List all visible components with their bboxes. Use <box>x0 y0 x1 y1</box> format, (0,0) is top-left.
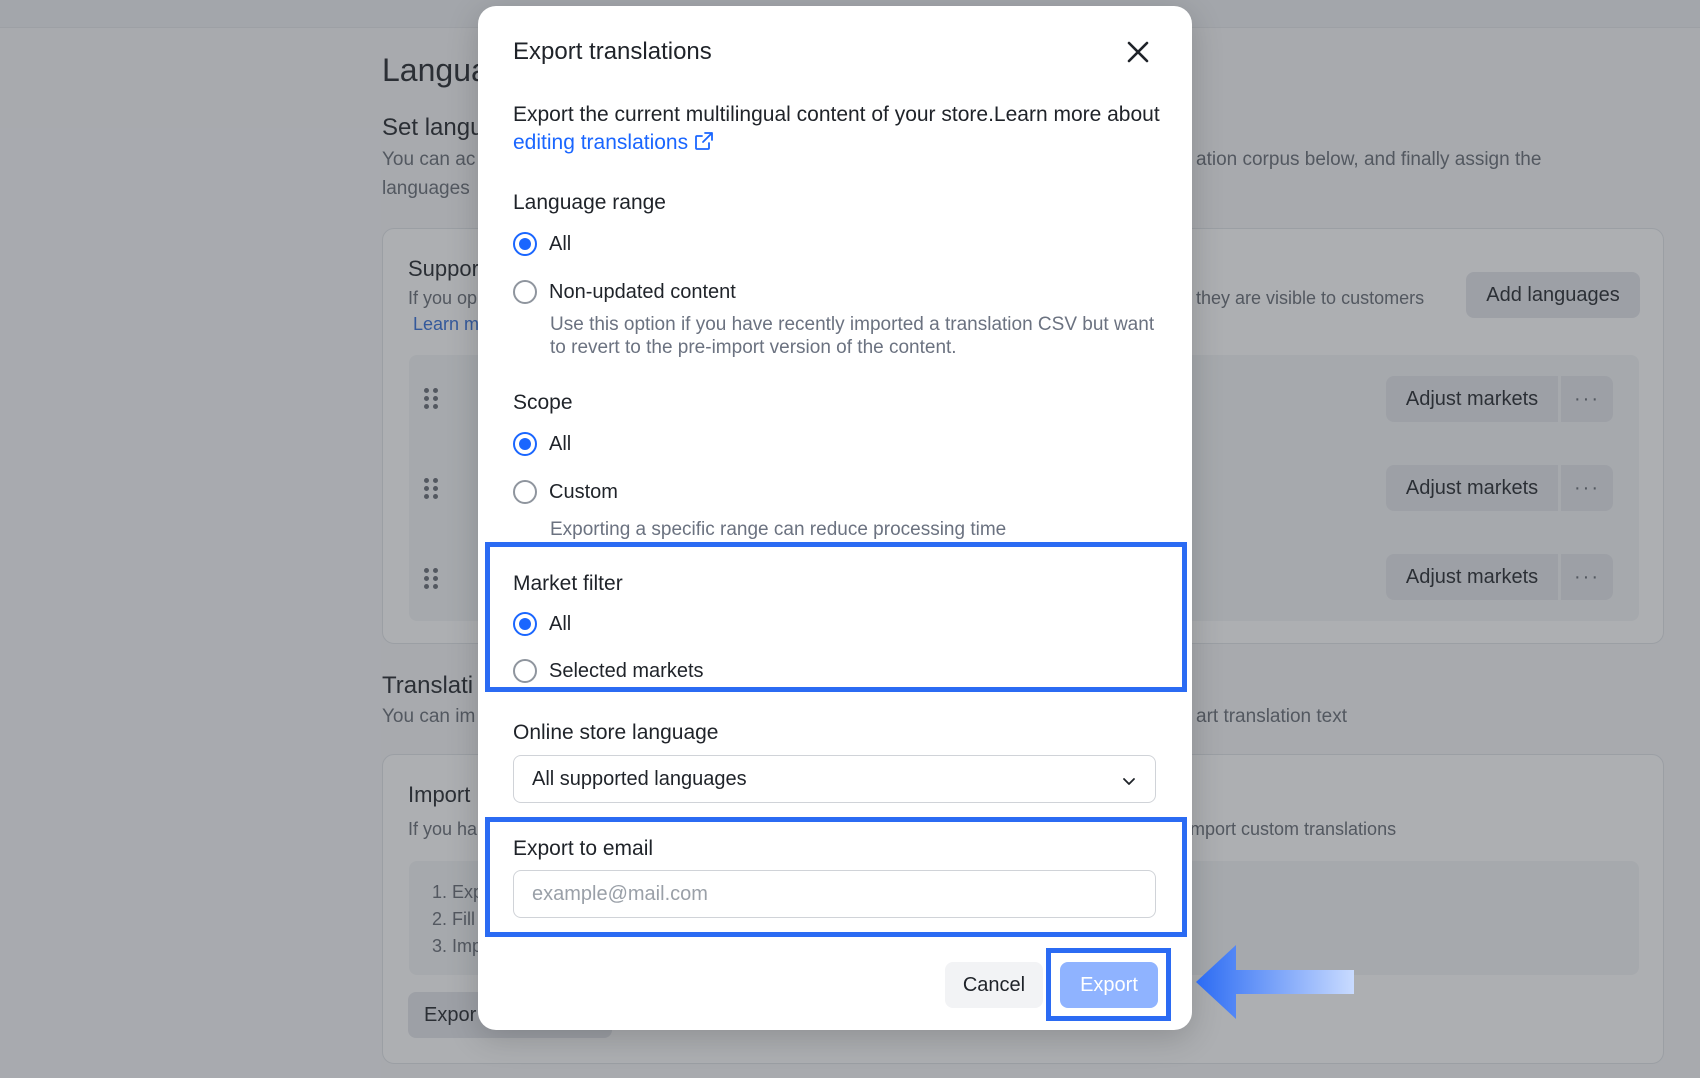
online-store-language-select[interactable]: All supported languages <box>513 755 1156 803</box>
export-to-email-label: Export to email <box>513 837 654 860</box>
email-field[interactable] <box>513 870 1156 918</box>
language-range-label: Language range <box>513 191 666 214</box>
radio-unselected[interactable] <box>513 480 537 504</box>
online-store-language-label: Online store language <box>513 721 719 744</box>
scope-hint: Exporting a specific range can reduce pr… <box>550 519 1007 540</box>
language-range-option-all[interactable]: All <box>513 230 571 258</box>
chevron-down-icon <box>1121 772 1137 788</box>
export-button[interactable]: Export <box>1060 962 1158 1008</box>
market-filter-label: Market filter <box>513 572 623 595</box>
cancel-button[interactable]: Cancel <box>945 962 1043 1008</box>
radio-selected[interactable] <box>513 432 537 456</box>
scope-option-custom[interactable]: Custom <box>513 478 618 506</box>
editing-translations-link[interactable]: editing translations <box>513 131 714 154</box>
radio-selected[interactable] <box>513 612 537 636</box>
select-value: All supported languages <box>532 767 747 790</box>
scope-label: Scope <box>513 391 573 414</box>
language-range-option-non-updated[interactable]: Non-updated content <box>513 278 736 306</box>
language-range-hint: Use this option if you have recently imp… <box>550 314 1155 358</box>
external-link-icon <box>694 131 714 151</box>
left-arrow-icon <box>1196 945 1354 1019</box>
close-icon[interactable] <box>1122 36 1154 68</box>
description-text: Export the current multilingual content … <box>513 103 1160 126</box>
scope-option-all[interactable]: All <box>513 430 571 458</box>
export-translations-dialog: Export translations Export the current m… <box>478 6 1192 1030</box>
market-filter-option-all[interactable]: All <box>513 610 571 638</box>
dialog-title: Export translations <box>513 38 712 65</box>
market-filter-option-selected-markets[interactable]: Selected markets <box>513 657 704 685</box>
radio-selected[interactable] <box>513 232 537 256</box>
dialog-description: Export the current multilingual content … <box>513 101 1163 157</box>
radio-unselected[interactable] <box>513 280 537 304</box>
radio-unselected[interactable] <box>513 659 537 683</box>
